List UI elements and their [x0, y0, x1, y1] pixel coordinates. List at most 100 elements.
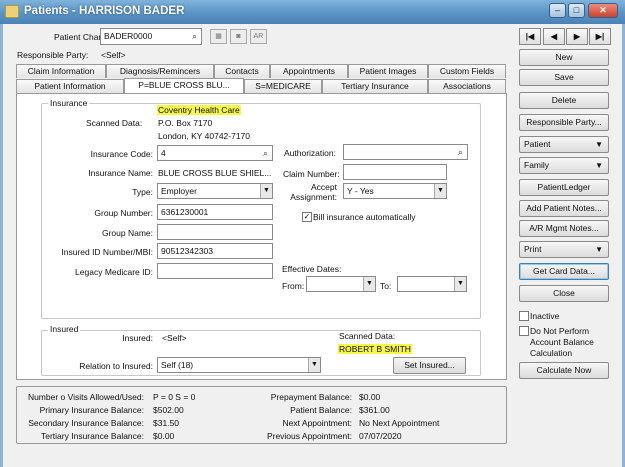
tab-tertiary-insurance[interactable]: Tertiary Insurance [322, 79, 428, 93]
do-not-perform-checkbox[interactable] [519, 326, 529, 336]
accept-assignment-label-line2: Assignment: [290, 192, 337, 202]
insurance-code-value: 4 [161, 148, 166, 158]
set-insured-button[interactable]: Set Insured... [393, 357, 466, 374]
visits-allowed-label: Number o Visits Allowed/Used: [27, 392, 144, 402]
insured-id-input[interactable]: 90512342303 [157, 243, 273, 259]
accept-assignment-label-line1: Accept [311, 182, 337, 192]
delete-button[interactable]: Delete [519, 92, 609, 109]
responsible-party-label: Responsible Party: [17, 50, 89, 60]
chevron-down-icon: ▼ [595, 140, 603, 149]
primary-balance-label: Primary Insurance Balance: [39, 405, 144, 415]
accept-assignment-select[interactable]: Y - Yes ▼ [343, 183, 447, 199]
family-menu-label: Family [524, 160, 550, 170]
relation-to-insured-select[interactable]: Self (18) ▼ [157, 357, 321, 373]
search-icon[interactable]: ⌕ [259, 146, 272, 160]
type-label: Type: [132, 187, 153, 197]
next-appointment-value: No Next Appointment [359, 418, 440, 428]
inactive-label: Inactive [530, 311, 560, 321]
claim-number-input[interactable] [343, 164, 447, 180]
tab-diagnosis-reminders[interactable]: Diagnosis/Remincers [106, 64, 214, 78]
tab-claim-information[interactable]: Claim Information [16, 64, 106, 78]
group-number-input[interactable]: 6361230001 [157, 204, 273, 220]
chevron-down-icon[interactable]: ▼ [454, 277, 466, 291]
from-date-picker[interactable]: ▼ [306, 276, 376, 292]
tab-appointments[interactable]: Appointments [270, 64, 348, 78]
tab-secondary-insurance[interactable]: S=MEDICARE [244, 79, 322, 93]
group-name-input[interactable] [157, 224, 273, 240]
family-menu-button[interactable]: Family ▼ [519, 157, 609, 174]
bill-insurance-checkbox[interactable]: ✓ [302, 212, 312, 222]
inactive-checkbox[interactable] [519, 311, 529, 321]
visits-allowed-value: P = 0 S = 0 [153, 392, 196, 402]
app-icon [5, 5, 19, 18]
to-label: To: [380, 281, 392, 291]
tab-associations[interactable]: Associations [428, 79, 506, 93]
patient-balance-label: Patient Balance: [290, 405, 352, 415]
previous-appointment-label: Previous Appointment: [266, 431, 352, 441]
legacy-medicare-id-input[interactable] [157, 263, 273, 279]
tertiary-balance-value: $0.00 [153, 431, 175, 441]
ar-mgmt-notes-button[interactable]: A/R Mgmt Notes... [519, 220, 609, 237]
type-select[interactable]: Employer ▼ [157, 183, 273, 199]
insurance-code-input[interactable]: 4 ⌕ [157, 145, 273, 161]
window-title: Patients - HARRISON BADER [24, 5, 185, 17]
print-menu-button[interactable]: Print ▼ [519, 241, 609, 258]
insured-group-label: Insured [48, 324, 81, 334]
responsible-party-button[interactable]: Responsible Party... [519, 114, 609, 131]
new-button[interactable]: New [519, 49, 609, 66]
chevron-down-icon[interactable]: ▼ [363, 277, 375, 291]
print-menu-label: Print [524, 244, 542, 254]
save-button[interactable]: Save [519, 69, 609, 86]
close-window-button[interactable]: ✕ [588, 3, 618, 18]
get-card-data-button[interactable]: Get Card Data... [519, 263, 609, 280]
previous-record-button[interactable]: ◀ [543, 28, 565, 45]
insured-scanned-data-label: Scanned Data: [339, 331, 396, 341]
scan-card-icon[interactable]: ▦ [210, 29, 227, 44]
first-record-button[interactable]: |◀ [519, 28, 541, 45]
to-date-picker[interactable]: ▼ [397, 276, 467, 292]
chevron-down-icon: ▼ [595, 161, 603, 170]
prepayment-balance-label: Prepayment Balance: [270, 392, 352, 402]
search-icon[interactable]: ⌕ [188, 29, 201, 43]
bill-insurance-label: Bill insurance automatically [313, 212, 416, 222]
tab-custom-fields[interactable]: Custom Fields [428, 64, 506, 78]
minimize-button[interactable]: – [549, 3, 566, 18]
add-patient-notes-button[interactable]: Add Patient Notes... [519, 200, 609, 217]
tab-primary-insurance[interactable]: P=BLUE CROSS BLU... [124, 78, 244, 93]
patient-menu-label: Patient [524, 139, 551, 149]
tab-patient-images[interactable]: Patient Images [348, 64, 428, 78]
camera-icon[interactable]: ◙ [230, 29, 247, 44]
insurance-address-line2: London, KY 40742-7170 [158, 131, 251, 141]
do-not-perform-label-line1: Do Not Perform [530, 326, 590, 336]
previous-appointment-value: 07/07/2020 [359, 431, 402, 441]
last-record-button[interactable]: ▶| [589, 28, 611, 45]
patient-ledger-button[interactable]: PatientLedger [519, 179, 609, 196]
secondary-balance-value: $31.50 [153, 418, 179, 428]
title-bar: Patients - HARRISON BADER – □ ✕ [0, 0, 625, 24]
insured-label: Insured: [122, 333, 153, 343]
from-label: From: [282, 281, 305, 291]
insurance-group-label: Insurance [48, 98, 90, 108]
relation-to-insured-label: Relation to Insured: [79, 361, 153, 371]
effective-dates-label: Effective Dates: [282, 264, 342, 274]
chevron-down-icon[interactable]: ▼ [260, 184, 272, 198]
primary-balance-value: $502.00 [153, 405, 184, 415]
next-record-button[interactable]: ▶ [566, 28, 588, 45]
chevron-down-icon[interactable]: ▼ [308, 358, 320, 372]
calculate-now-button[interactable]: Calculate Now [519, 362, 609, 379]
tab-contacts[interactable]: Contacts [214, 64, 270, 78]
do-not-perform-label-line3: Calculation [530, 348, 573, 358]
tab-patient-information[interactable]: Patient Information [16, 79, 124, 93]
chevron-down-icon[interactable]: ▼ [434, 184, 446, 198]
secondary-balance-label: Secondary Insurance Balance: [28, 418, 144, 428]
patient-menu-button[interactable]: Patient ▼ [519, 136, 609, 153]
search-icon[interactable]: ⌕ [454, 145, 467, 159]
close-button[interactable]: Close [519, 285, 609, 302]
insurance-code-label: Insurance Code: [90, 149, 153, 159]
authorization-input[interactable]: ⌕ [343, 144, 468, 160]
insured-value: <Self> [162, 333, 187, 343]
maximize-button[interactable]: □ [568, 3, 585, 18]
ar-button[interactable]: AR [250, 29, 267, 44]
patient-chart-input[interactable]: BADER0000 ⌕ [100, 28, 202, 45]
prepayment-balance-value: $0.00 [359, 392, 381, 402]
